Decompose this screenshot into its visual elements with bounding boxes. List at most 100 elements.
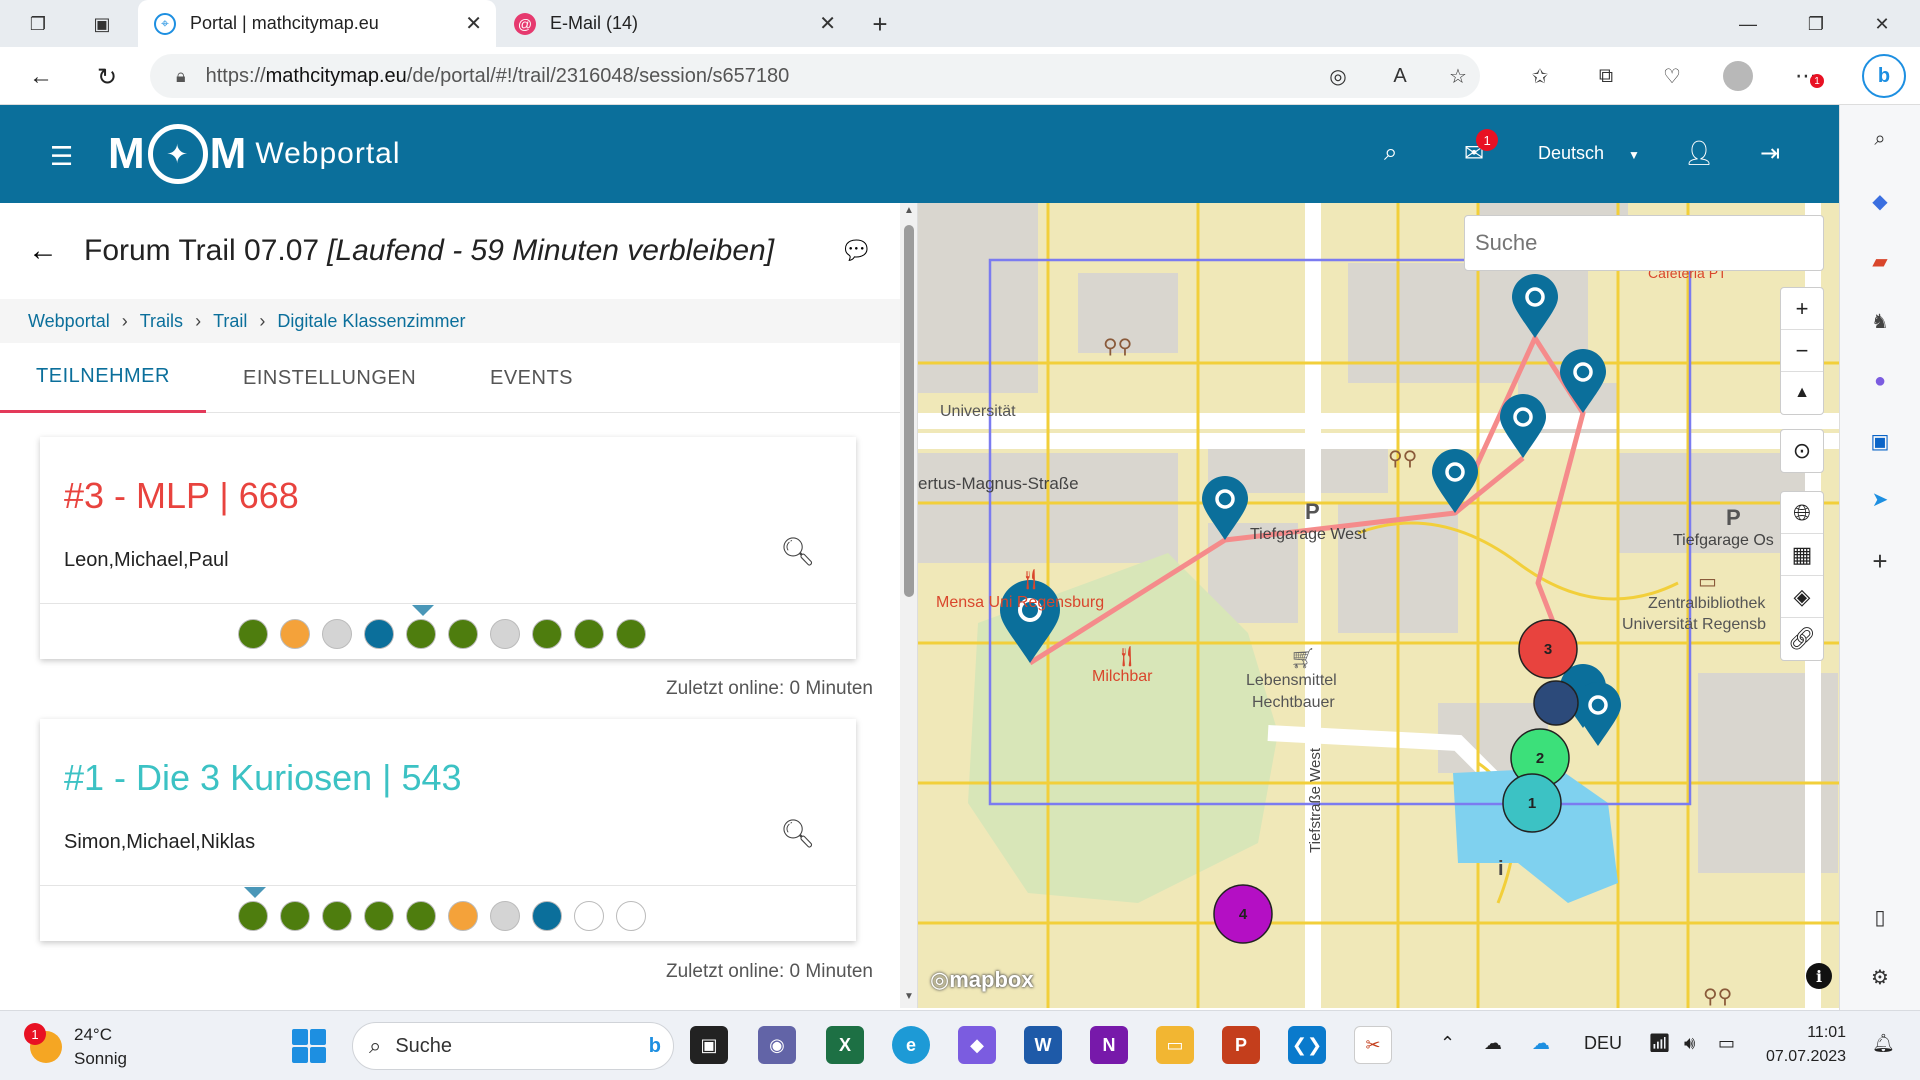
building-icon[interactable]: ▦ [1781,534,1823,576]
progress-dot[interactable] [238,619,268,649]
scrollbar[interactable]: ▲ ▼ [900,203,917,1008]
zoom-out-icon[interactable]: − [1781,330,1823,372]
collections-icon[interactable]: ⧉ [1590,60,1622,92]
edge-browser-icon[interactable]: e [892,1026,930,1064]
restore-icon[interactable]: ❐ [1800,8,1832,40]
map-search-input[interactable] [1464,215,1824,271]
close-window-icon[interactable]: ✕ [1866,8,1898,40]
notifications-icon[interactable]: 🔔︎ [1872,1033,1895,1054]
compass-north-icon[interactable]: ▲ [1781,372,1823,414]
taskbar-search[interactable]: ⌕ Suche b [352,1022,674,1070]
progress-dot[interactable] [448,901,478,931]
favorite-star-icon[interactable]: ☆ [1442,60,1474,92]
workspaces-icon[interactable]: ❐ [22,8,54,40]
browser-essentials-icon[interactable]: ♡ [1656,60,1688,92]
shopping-icon[interactable]: ◆ [1864,185,1896,217]
more-menu-icon[interactable]: ⋯ 1 [1790,60,1824,92]
vscode-icon[interactable]: ❮❯ [1288,1026,1326,1064]
tray-chevron-up-icon[interactable]: ⌃ [1440,1033,1455,1054]
back-icon[interactable]: ← [24,60,58,94]
onenote-icon[interactable]: N [1090,1026,1128,1064]
progress-dot[interactable] [448,619,478,649]
mcm-logo[interactable]: M ✦ M Webportal [108,123,401,185]
progress-dot[interactable] [616,619,646,649]
locate-me-icon[interactable]: ⊙ [1781,430,1823,472]
copilot-app-icon[interactable]: ◆ [958,1026,996,1064]
progress-dot[interactable] [364,619,394,649]
clock[interactable]: 11:01 07.07.2023 [1766,1021,1846,1069]
back-arrow-icon[interactable]: ← [28,234,58,268]
progress-dot[interactable] [532,619,562,649]
user-icon[interactable]: 👤︎ [1684,139,1714,168]
minimize-icon[interactable]: — [1732,8,1764,40]
drop-icon[interactable]: ➤ [1864,483,1896,515]
search-icon[interactable]: ⌕ [1864,123,1896,155]
hamburger-menu-icon[interactable]: ☰ [50,141,73,172]
close-tab-icon[interactable]: ✕ [465,11,482,36]
task-view-icon[interactable]: ▣ [690,1026,728,1064]
tab-einstellungen[interactable]: EINSTELLUNGEN [243,343,416,413]
progress-dot[interactable] [322,619,352,649]
progress-dot[interactable] [490,901,520,931]
progress-dot[interactable] [490,619,520,649]
tab-teilnehmer[interactable]: TEILNEHMER [0,343,206,413]
windows-start-icon[interactable] [292,1029,326,1063]
teams-chat-icon[interactable]: ◉ [758,1026,796,1064]
globe-icon[interactable]: 🌐︎ [1781,492,1823,534]
progress-dot[interactable] [532,901,562,931]
tools-icon[interactable]: ▰ [1864,245,1896,277]
zoom-search-icon[interactable]: 🔍︎ [780,817,816,850]
games-icon[interactable]: ♞ [1864,305,1896,337]
mail-icon[interactable]: ✉ 1 [1464,129,1499,168]
onedrive-sync-icon[interactable]: ☁ [1532,1033,1550,1054]
zoom-search-icon[interactable]: 🔍︎ [780,535,816,568]
progress-dot[interactable] [322,901,352,931]
browser-tab-portal[interactable]: ⌖ Portal | mathcitymap.eu ✕ [138,0,496,47]
zoom-in-icon[interactable]: + [1781,288,1823,330]
chat-icon[interactable]: 💬︎ [840,235,873,266]
new-tab-icon[interactable]: + [864,8,896,40]
scroll-thumb[interactable] [904,225,914,597]
outlook-icon[interactable]: ▣ [1864,425,1896,457]
progress-dot[interactable] [574,619,604,649]
powerpoint-icon[interactable]: P [1222,1026,1260,1064]
breadcrumb-link-trails[interactable]: Trails [140,311,183,332]
scroll-down-icon[interactable]: ▼ [904,991,914,1002]
excel-icon[interactable]: X [826,1026,864,1064]
browser-tab-email[interactable]: @ E-Mail (14) ✕ [498,0,850,47]
file-explorer-icon[interactable]: ▭ [1156,1026,1194,1064]
attribution-info-icon[interactable]: i [1806,963,1832,989]
language-select[interactable]: Deutsch ▼ [1538,143,1640,164]
volume-icon[interactable]: 🔊︎ [1684,1033,1695,1054]
layers-icon[interactable]: ◈ [1781,576,1823,618]
weather-widget[interactable]: 1 24°C Sonnig [24,1023,127,1071]
progress-dot[interactable] [280,619,310,649]
progress-dot[interactable] [364,901,394,931]
battery-icon[interactable]: ▭ [1718,1033,1735,1054]
mapbox-logo[interactable]: ◎mapbox [930,967,1034,993]
read-aloud-icon[interactable]: A [1384,60,1416,92]
scroll-up-icon[interactable]: ▲ [904,205,914,216]
input-language[interactable]: DEU [1584,1033,1622,1054]
add-sidebar-app-icon[interactable]: + [1864,545,1896,577]
settings-gear-icon[interactable]: ⚙ [1864,961,1896,993]
onedrive-icon[interactable]: ☁ [1484,1033,1502,1054]
word-icon[interactable]: W [1024,1026,1062,1064]
location-icon[interactable]: ◎ [1322,60,1354,92]
reload-icon[interactable]: ↻ [90,60,124,94]
progress-dot[interactable] [616,901,646,931]
profile-avatar-icon[interactable] [1722,60,1754,92]
progress-dot[interactable] [238,901,268,931]
map-view[interactable]: Universität ertus-Magnus-Straße Tiefgara… [918,203,1839,1008]
search-icon[interactable]: ⌕ [1384,139,1397,167]
progress-dot[interactable] [280,901,310,931]
sidebar-toggle-icon[interactable]: ▯ [1864,901,1896,933]
tab-events[interactable]: EVENTS [490,343,573,413]
breadcrumb-link-classroom[interactable]: Digitale Klassenzimmer [277,311,465,332]
wifi-icon[interactable]: 📶︎ [1648,1033,1671,1054]
breadcrumb-link-webportal[interactable]: Webportal [28,311,110,332]
progress-dot[interactable] [574,901,604,931]
close-tab-icon[interactable]: ✕ [819,11,836,36]
breadcrumb-link-trail[interactable]: Trail [213,311,247,332]
favorites-icon[interactable]: ✩ [1524,60,1556,92]
